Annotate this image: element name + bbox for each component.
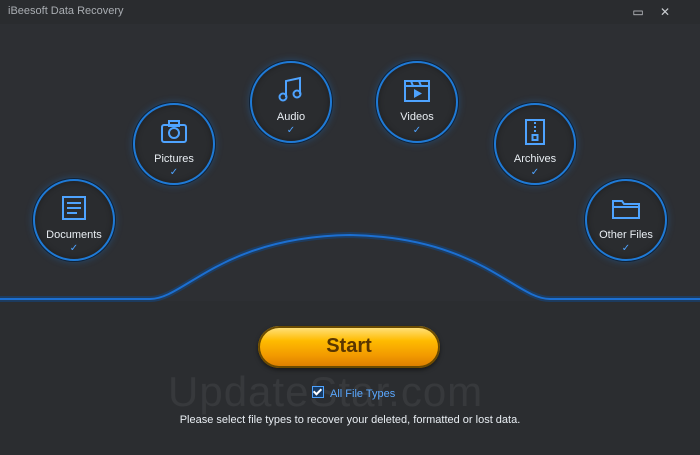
video-icon: [404, 80, 430, 102]
minimize-icon: ▭: [632, 5, 644, 19]
category-label: Other Files: [599, 229, 653, 241]
checkbox-icon[interactable]: [312, 386, 324, 398]
category-pictures[interactable]: Pictures ✓: [133, 103, 215, 185]
checkmark-icon: ✓: [169, 167, 179, 178]
start-button[interactable]: Start: [258, 326, 440, 368]
category-label: Documents: [46, 229, 102, 241]
all-file-types-label: All File Types: [330, 388, 396, 400]
category-other-files[interactable]: Other Files ✓: [585, 179, 667, 261]
category-archives[interactable]: Archives ✓: [494, 103, 576, 185]
checkmark-icon: ✓: [69, 243, 79, 254]
music-note-icon: [278, 76, 302, 102]
checkmark-icon: ✓: [412, 125, 422, 136]
category-audio[interactable]: Audio ✓: [250, 61, 332, 143]
checkmark-icon: ✓: [530, 167, 540, 178]
window-title: iBeesoft Data Recovery: [8, 5, 124, 17]
category-label: Audio: [276, 111, 306, 123]
camera-icon: [161, 120, 187, 143]
minimize-button[interactable]: ▭: [630, 4, 646, 20]
app-window: iBeesoft Data Recovery ▭ ✕ Documents ✓ P: [0, 0, 700, 455]
archive-icon: [525, 119, 545, 145]
close-button[interactable]: ✕: [657, 4, 673, 20]
category-videos[interactable]: Videos ✓: [376, 61, 458, 143]
title-bar: iBeesoft Data Recovery ▭ ✕: [0, 0, 700, 24]
category-label: Pictures: [154, 153, 194, 165]
category-documents[interactable]: Documents ✓: [33, 179, 115, 261]
checkmark-icon: ✓: [621, 243, 631, 254]
all-file-types-checkbox[interactable]: All File Types: [312, 386, 395, 400]
category-label: Archives: [513, 153, 557, 165]
instruction-text: Please select file types to recover your…: [179, 414, 521, 426]
category-label: Videos: [400, 111, 434, 123]
start-button-label: Start: [326, 335, 372, 357]
folder-icon: [612, 200, 640, 219]
document-icon: [62, 196, 86, 220]
close-icon: ✕: [659, 5, 671, 19]
checkmark-icon: ✓: [286, 125, 296, 136]
